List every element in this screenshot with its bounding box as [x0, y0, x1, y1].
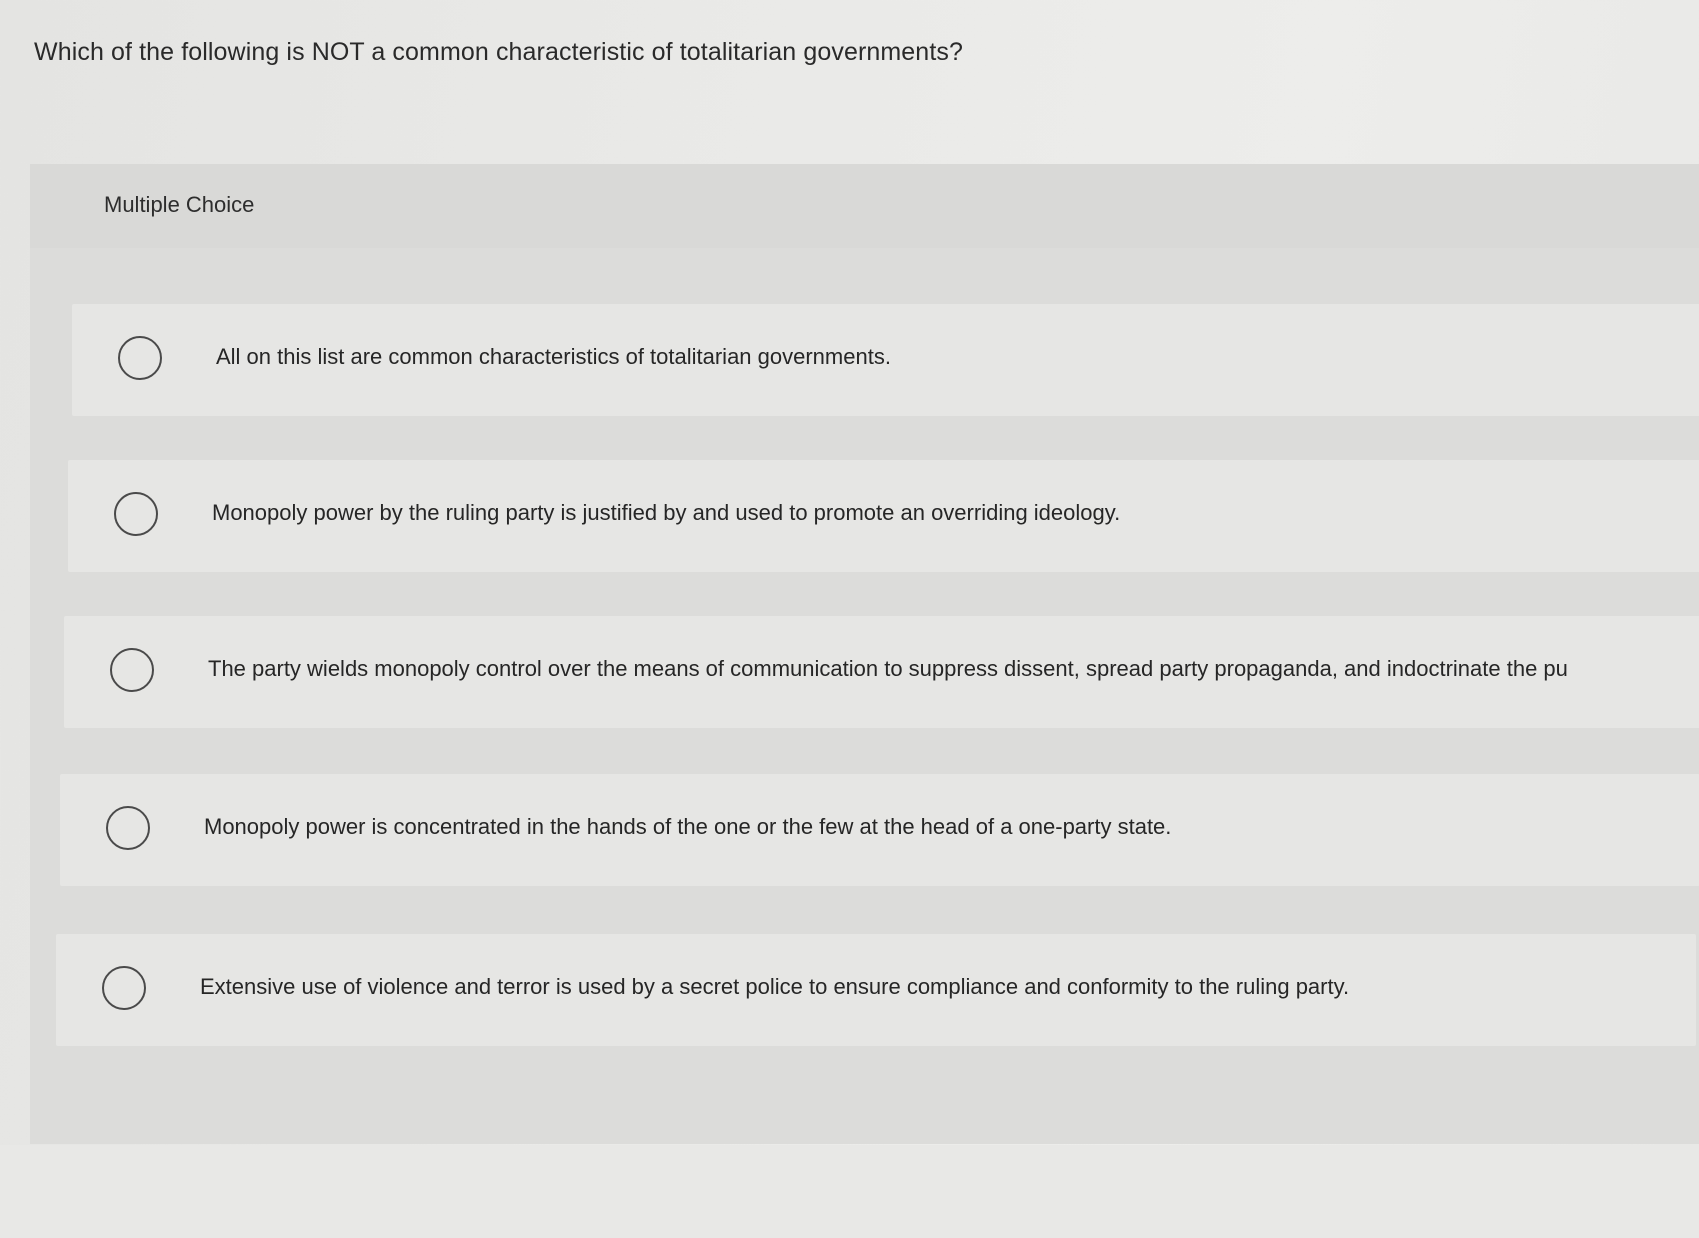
radio-button-icon[interactable] [106, 806, 150, 850]
answer-choice-5[interactable]: Extensive use of violence and terror is … [56, 934, 1696, 1046]
radio-button-icon[interactable] [102, 966, 146, 1010]
question-text: Which of the following is NOT a common c… [34, 38, 963, 66]
radio-button-icon[interactable] [110, 648, 154, 692]
page-footer-area [0, 1145, 1699, 1238]
radio-button-icon[interactable] [118, 336, 162, 380]
multiple-choice-header: Multiple Choice [30, 164, 1699, 248]
answer-choice-text: Extensive use of violence and terror is … [200, 974, 1350, 999]
radio-button-icon[interactable] [114, 492, 158, 536]
multiple-choice-label: Multiple Choice [104, 192, 255, 217]
answer-choice-text: The party wields monopoly control over t… [208, 656, 1568, 681]
answer-choice-4[interactable]: Monopoly power is concentrated in the ha… [60, 774, 1699, 886]
multiple-choice-panel: Multiple Choice All on this list are com… [30, 164, 1699, 1144]
answer-choice-1[interactable]: All on this list are common characterist… [72, 304, 1699, 416]
answer-choice-text: All on this list are common characterist… [216, 344, 891, 369]
answer-choice-2[interactable]: Monopoly power by the ruling party is ju… [68, 460, 1699, 572]
answer-choice-3[interactable]: The party wields monopoly control over t… [64, 616, 1699, 728]
answer-choice-text: Monopoly power by the ruling party is ju… [212, 500, 1121, 525]
answer-choice-text: Monopoly power is concentrated in the ha… [204, 814, 1172, 839]
